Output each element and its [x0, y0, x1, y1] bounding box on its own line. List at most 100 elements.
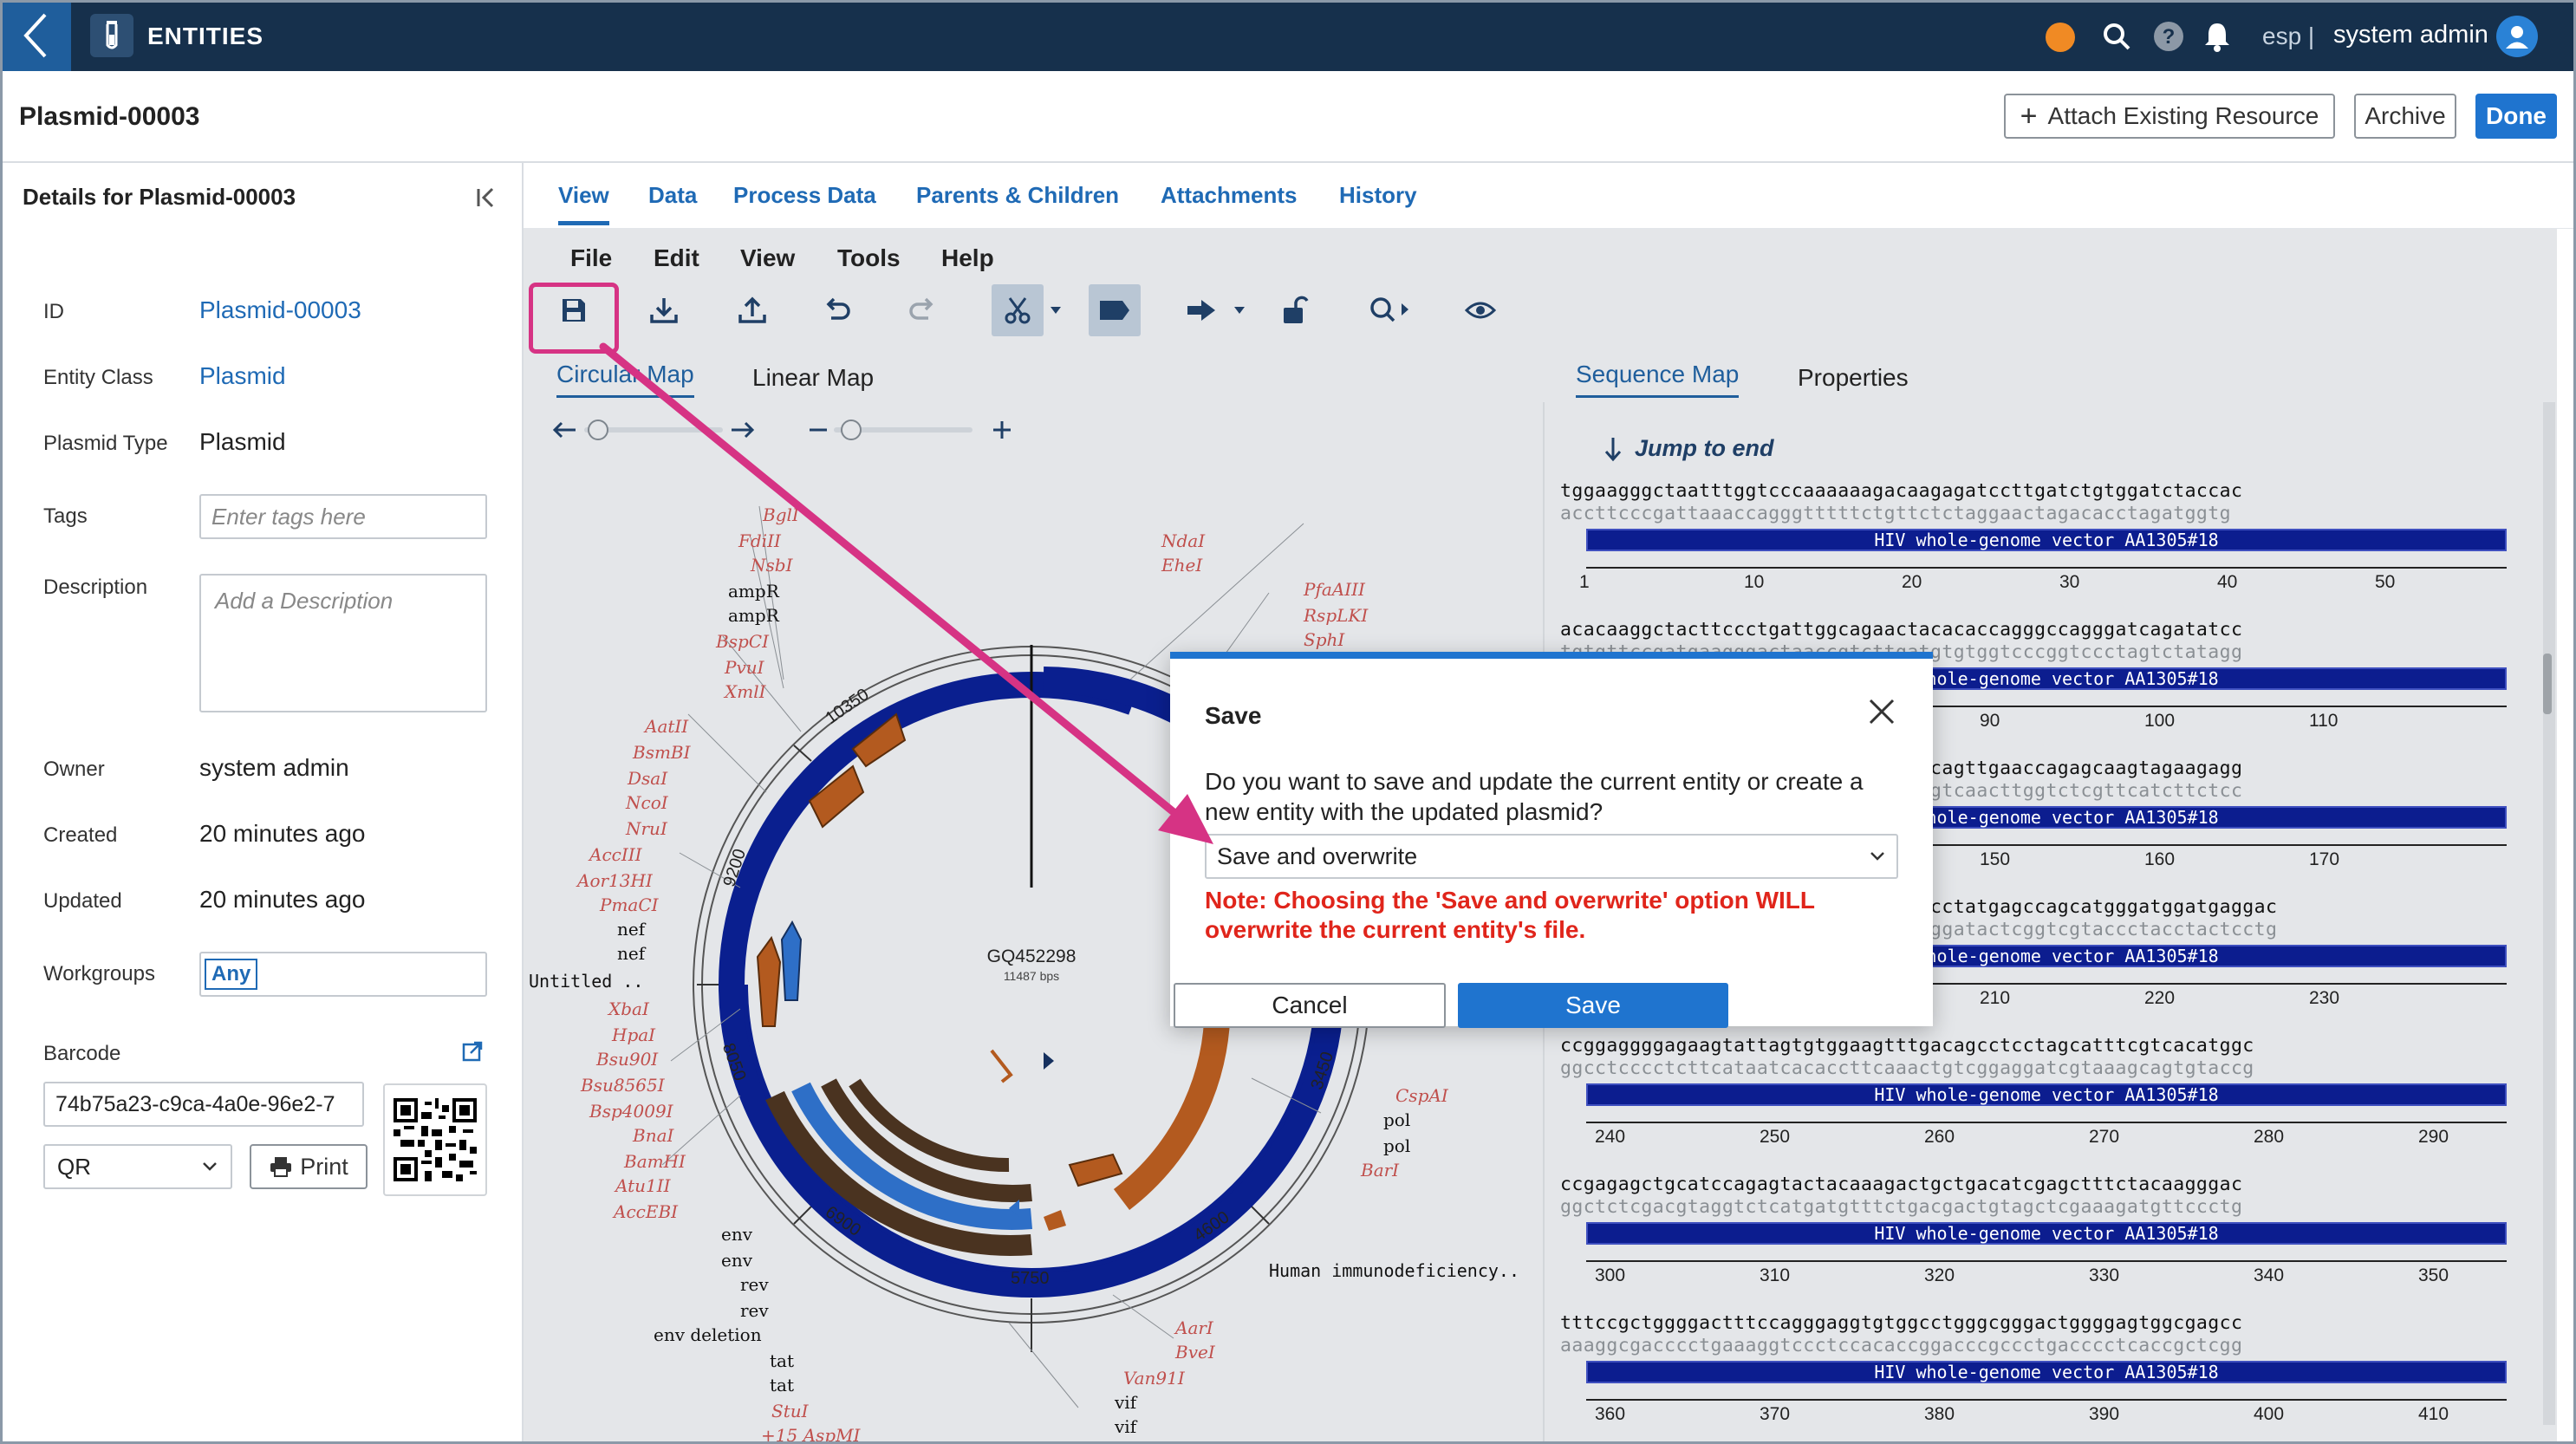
feature-label[interactable]: FdiII	[738, 530, 781, 551]
id-value-link[interactable]: Plasmid-00003	[199, 296, 361, 324]
feature-label[interactable]: PvuI	[725, 657, 764, 678]
feature-label[interactable]: Bsu90I	[596, 1049, 658, 1070]
print-button[interactable]: Print	[250, 1144, 368, 1189]
scrollbar-thumb[interactable]	[2543, 654, 2552, 714]
tab-sequence-map[interactable]: Sequence Map	[1576, 361, 1740, 398]
tab-history[interactable]: History	[1339, 182, 1417, 221]
done-button[interactable]: Done	[2475, 94, 2557, 139]
feature-label[interactable]: ampR	[728, 581, 779, 602]
save-button[interactable]: Save	[1458, 983, 1728, 1028]
sequence-top-strand[interactable]: ccgagagctgcatccagagtactacaaagactgctgacat…	[1560, 1174, 2242, 1195]
feature-label[interactable]: SphI	[1304, 629, 1344, 650]
feature-label[interactable]: BsmBI	[633, 742, 691, 763]
tab-properties[interactable]: Properties	[1798, 364, 1909, 399]
tab-parents-children[interactable]: Parents & Children	[916, 182, 1119, 221]
feature-label[interactable]: XmlI	[725, 681, 766, 702]
feature-bar[interactable]: HIV whole-genome vector AA1305#18	[1586, 529, 2507, 551]
feature-label[interactable]: vif	[1115, 1392, 1136, 1413]
feature-label[interactable]: BarI	[1361, 1160, 1399, 1181]
feature-bar[interactable]: HIV whole-genome vector AA1305#18	[1586, 1222, 2507, 1245]
feature-label[interactable]: +15 AspMI	[761, 1425, 860, 1444]
external-link-icon[interactable]	[461, 1040, 487, 1066]
feature-label[interactable]: BglI	[763, 504, 799, 525]
description-textarea[interactable]: Add a Description	[199, 574, 487, 712]
feature-label[interactable]: AccIII	[589, 844, 642, 865]
feature-label[interactable]: pol	[1383, 1135, 1410, 1156]
feature-label[interactable]: RspLKI	[1304, 605, 1368, 626]
feature-label[interactable]: Atu1II	[615, 1175, 671, 1196]
feature-label[interactable]: rev	[740, 1300, 769, 1321]
feature-label[interactable]: rev	[740, 1274, 769, 1295]
user-name[interactable]: system admin	[2333, 21, 2488, 49]
feature-label[interactable]: HpaI	[612, 1024, 655, 1045]
feature-label[interactable]: env deletion	[654, 1324, 762, 1345]
feature-label[interactable]: Human immunodeficiency..	[1269, 1260, 1519, 1281]
feature-label[interactable]: Aor13HI	[577, 870, 653, 891]
feature-label[interactable]: BamHI	[624, 1151, 686, 1172]
sequence-bottom-strand[interactable]: ggctctcgacgtaggtctcatgatgtttctgacgactgta…	[1560, 1196, 2242, 1218]
barcode-input[interactable]: 74b75a23-c9ca-4a0e-96e2-7	[43, 1082, 364, 1127]
feature-label[interactable]: nef	[617, 943, 645, 964]
feature-label[interactable]: Van91I	[1123, 1368, 1185, 1389]
sequence-top-strand[interactable]: ccggaggggagaagtattagtgtggaagtttgacagcctc…	[1560, 1035, 2254, 1057]
feature-label[interactable]: NsbI	[751, 555, 792, 576]
feature-label[interactable]: EheI	[1161, 555, 1202, 576]
feature-label[interactable]: DsaI	[628, 768, 667, 789]
feature-label[interactable]: PfaAIII	[1304, 579, 1365, 600]
feature-label[interactable]: tat	[770, 1350, 794, 1371]
feature-label[interactable]: nef	[617, 919, 645, 940]
feature-label[interactable]: AccEBI	[614, 1201, 678, 1222]
feature-label[interactable]: vif	[1115, 1416, 1136, 1437]
feature-label[interactable]: NruI	[626, 818, 667, 839]
feature-label[interactable]: BnaI	[633, 1125, 673, 1146]
feature-label[interactable]: env	[721, 1224, 752, 1245]
feature-bar[interactable]: HIV whole-genome vector AA1305#18	[1586, 1361, 2507, 1383]
tab-process-data[interactable]: Process Data	[733, 182, 876, 221]
tab-data[interactable]: Data	[648, 182, 697, 221]
feature-label[interactable]: StuI	[771, 1401, 809, 1421]
feature-label[interactable]: tat	[770, 1375, 794, 1395]
feature-label[interactable]: AarI	[1175, 1317, 1213, 1338]
feature-label[interactable]: BveI	[1175, 1342, 1215, 1363]
status-indicator[interactable]	[2046, 23, 2075, 52]
feature-label[interactable]: BspCI	[716, 631, 769, 652]
feature-label[interactable]: Bsu8565I	[581, 1075, 665, 1096]
sequence-bottom-strand[interactable]: aaaggcgacccctgaaaggtccctccacaccggacccgcc…	[1560, 1335, 2242, 1356]
back-button[interactable]	[0, 0, 71, 71]
tab-view[interactable]: View	[558, 182, 609, 225]
workgroups-input[interactable]: Any	[199, 952, 487, 997]
sequence-scrollbar[interactable]	[2543, 402, 2555, 1425]
bell-icon[interactable]	[2200, 19, 2234, 54]
feature-label[interactable]: Untitled ..	[529, 971, 643, 992]
workgroup-tag[interactable]: Any	[205, 959, 258, 990]
jump-to-end-link[interactable]: Jump to end	[1603, 435, 1774, 462]
tab-attachments[interactable]: Attachments	[1161, 182, 1297, 221]
feature-label[interactable]: AatII	[645, 716, 688, 737]
feature-label[interactable]: ampR	[728, 605, 779, 626]
cancel-button[interactable]: Cancel	[1174, 983, 1446, 1028]
sequence-bottom-strand[interactable]: ggcctcccctcttcataatcacaccttcaaactgtcggag…	[1560, 1057, 2254, 1079]
feature-label[interactable]: env	[721, 1250, 752, 1271]
feature-label[interactable]: PmaCI	[600, 894, 659, 915]
feature-label[interactable]: NcoI	[626, 792, 668, 813]
attach-existing-resource-button[interactable]: + Attach Existing Resource	[2004, 94, 2335, 139]
feature-bar[interactable]: HIV whole-genome vector AA1305#18	[1586, 1083, 2507, 1106]
user-avatar-icon[interactable]	[2496, 16, 2538, 57]
sequence-top-strand[interactable]: tttccgctggggactttccagggaggtgtggcctgggcgg…	[1560, 1312, 2242, 1334]
close-icon[interactable]	[1860, 690, 1903, 733]
feature-label[interactable]: XbaI	[608, 998, 649, 1019]
collapse-panel-icon[interactable]	[470, 180, 504, 215]
entity-class-link[interactable]: Plasmid	[199, 362, 286, 390]
archive-button[interactable]: Archive	[2354, 94, 2456, 139]
feature-label[interactable]: CspAI	[1395, 1085, 1448, 1106]
save-mode-select[interactable]: Save and overwrite	[1205, 834, 1898, 879]
feature-label[interactable]: NdaI	[1161, 530, 1205, 551]
search-icon[interactable]	[2099, 19, 2134, 54]
sequence-bottom-strand[interactable]: accttcccgattaaaccagggtttttctgttctctaggaa…	[1560, 503, 2231, 524]
feature-label[interactable]: Bsp4009I	[589, 1101, 673, 1122]
barcode-type-select[interactable]: QR	[43, 1144, 232, 1189]
tags-input[interactable]: Enter tags here	[199, 494, 487, 539]
help-icon[interactable]: ?	[2151, 19, 2186, 54]
sequence-top-strand[interactable]: acacaaggctacttccctgattggcagaactacacaccag…	[1560, 619, 2242, 641]
feature-label[interactable]: pol	[1383, 1109, 1410, 1130]
